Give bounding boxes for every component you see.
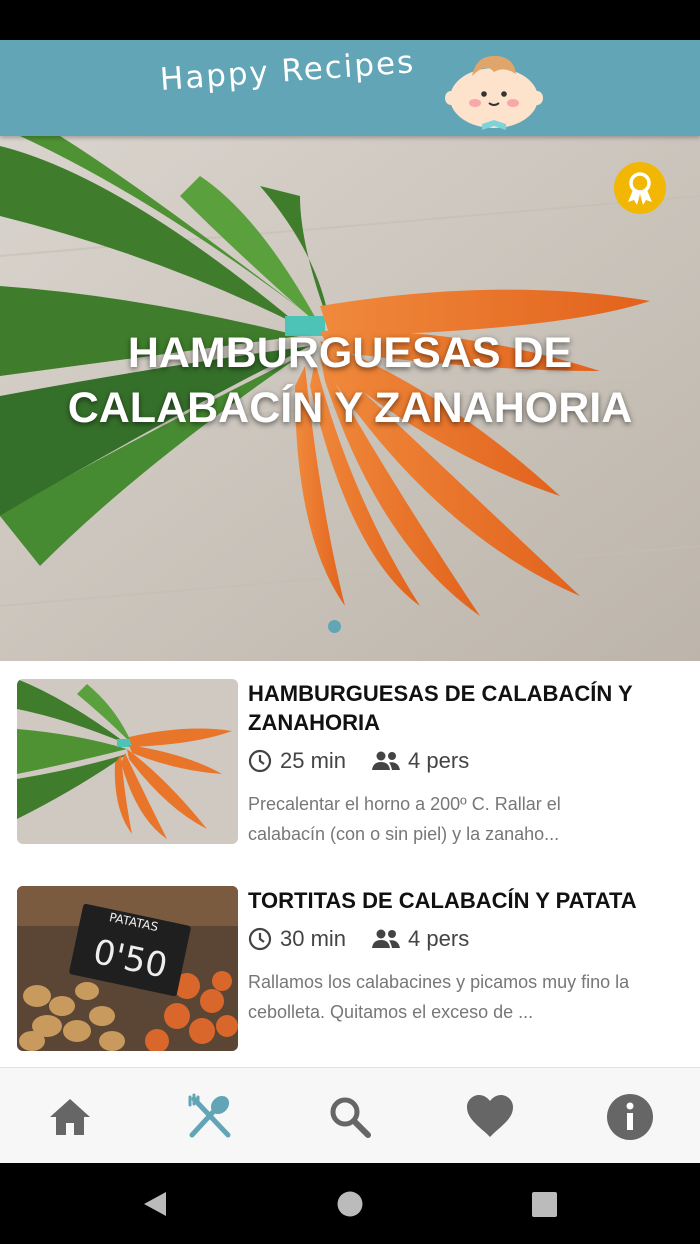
hero-title-line1: HAMBURGUESAS DE [127,329,573,377]
back-icon[interactable] [140,1189,170,1219]
bottom-navigation [0,1067,700,1163]
recipe-list: HAMBURGUESAS DE CALABACÍN Y ZANAHORIA 25… [0,661,700,1067]
recipe-time: 30 min [280,926,347,951]
home-circle-icon[interactable] [335,1189,365,1219]
recipe-title-line1: TORTITAS DE CALABACÍN Y PATATA [248,888,637,913]
people-icon [372,929,401,948]
recipe-description-line1: Rallamos los calabacines y picamos muy f… [248,972,630,992]
recipe-description-line2: cebolleta. Quitamos el exceso de ... [248,1002,534,1022]
recipe-meta: 25 min 4 pers [248,747,469,775]
hero-title[interactable]: HAMBURGUESAS DE CALABACÍN Y ZANAHORIA [0,326,700,436]
recipe-thumbnail [17,679,238,844]
recipe-card[interactable]: HAMBURGUESAS DE CALABACÍN Y ZANAHORIA 25… [0,661,700,844]
recipe-title-line2: ZANAHORIA [248,710,380,735]
hero-carousel[interactable]: HAMBURGUESAS DE CALABACÍN Y ZANAHORIA [0,136,700,661]
recipe-meta: 30 min 4 pers [248,925,469,953]
favorites-icon [467,1095,513,1137]
search-icon [330,1097,371,1138]
baby-mascot-icon [445,55,543,130]
info-icon [607,1094,653,1140]
nav-home-button[interactable] [43,1090,97,1144]
people-icon [372,751,401,770]
recipe-title-line1: HAMBURGUESAS DE CALABACÍN Y [248,681,633,706]
recents-icon[interactable] [529,1189,559,1219]
nav-recipes-button[interactable] [183,1090,237,1144]
recipe-title[interactable]: TORTITAS DE CALABACÍN Y PATATA [248,886,688,915]
award-ribbon-icon [628,172,652,205]
recipe-servings: 4 pers [408,748,470,773]
recipe-description: Precalentar el horno a 200º C. Rallar el… [248,789,688,849]
clock-icon [248,927,272,951]
nav-favorites-button[interactable] [463,1090,517,1144]
system-navigation-bar [0,1163,700,1244]
recipes-icon [188,1093,231,1138]
app-header: Happy Recipes [0,40,700,136]
carousel-indicator[interactable] [328,620,341,633]
recipe-card[interactable]: PATATAS 0'50 TORTITAS DE CALABACÍN Y PAT… [0,869,700,1051]
app-logo-text: Happy Recipes [158,44,417,98]
recipe-servings: 4 pers [408,926,470,951]
status-bar [0,0,700,40]
nav-info-button[interactable] [603,1090,657,1144]
recipe-description-line2: calabacín (con o sin piel) y la zanaho..… [248,824,560,844]
recipe-thumbnail: PATATAS 0'50 [17,886,238,1051]
recipe-description-line1: Precalentar el horno a 200º C. Rallar el [248,794,561,814]
hero-title-line2: CALABACÍN Y ZANAHORIA [67,384,633,432]
recipe-title[interactable]: HAMBURGUESAS DE CALABACÍN Y ZANAHORIA [248,679,688,737]
clock-icon [248,749,272,773]
recipe-time: 25 min [280,748,347,773]
recipe-description: Rallamos los calabacines y picamos muy f… [248,967,688,1027]
home-icon [50,1099,90,1135]
nav-search-button[interactable] [323,1090,377,1144]
award-badge[interactable] [614,162,666,214]
